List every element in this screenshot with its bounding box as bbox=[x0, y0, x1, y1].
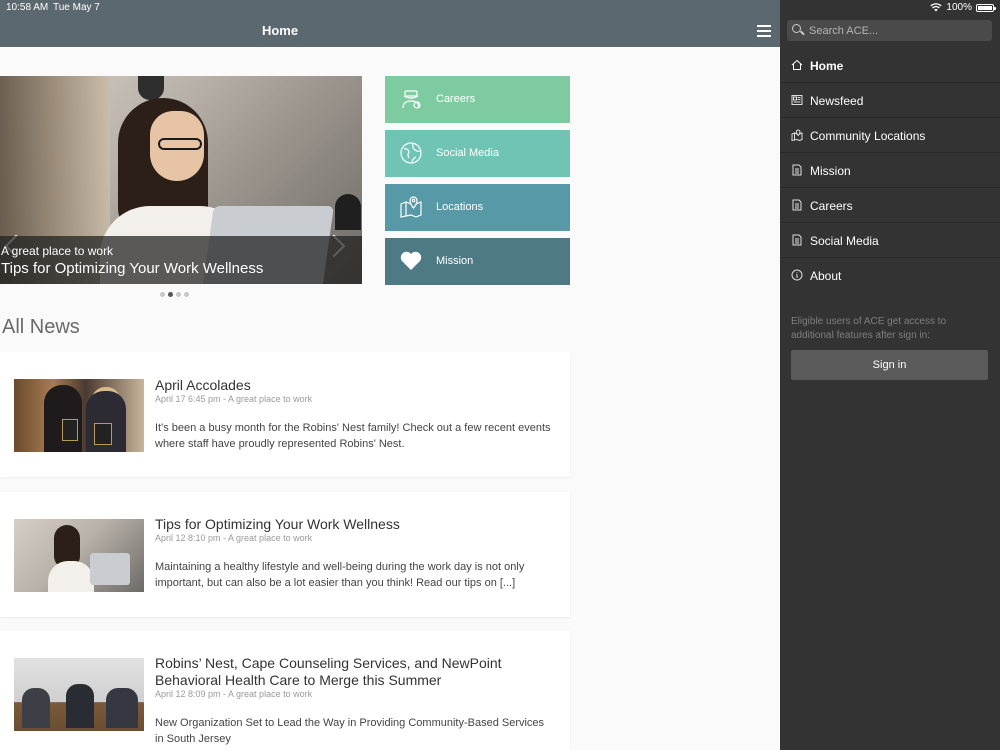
carousel-dot[interactable] bbox=[160, 292, 165, 297]
info-icon bbox=[791, 269, 803, 281]
carousel-image-lamp-2 bbox=[335, 194, 361, 230]
news-title: April Accolades bbox=[155, 377, 251, 393]
tile-social-media-label: Social Media bbox=[436, 147, 499, 159]
tile-careers-label: Careers bbox=[436, 93, 476, 105]
status-bar: 10:58 AM Tue May 7 100% bbox=[0, 0, 1000, 15]
tile-locations-label: Locations bbox=[436, 201, 484, 213]
news-card[interactable]: Tips for Optimizing Your Work Wellness A… bbox=[0, 492, 570, 617]
carousel-dot[interactable] bbox=[176, 292, 181, 297]
status-date: Tue May 7 bbox=[53, 2, 100, 13]
news-meta: April 12 8:09 pm - A great place to work bbox=[155, 689, 313, 699]
document-icon bbox=[792, 199, 802, 211]
carousel-caption: A great place to work Tips for Optimizin… bbox=[0, 236, 362, 284]
sign-in-note: Eligible users of ACE get access to addi… bbox=[791, 316, 947, 341]
menu-item-mission[interactable]: Mission bbox=[780, 153, 1000, 188]
status-right: 100% bbox=[930, 2, 996, 13]
news-heading: All News bbox=[2, 316, 80, 338]
news-excerpt: Maintaining a healthy lifestyle and well… bbox=[155, 561, 525, 589]
menu-item-about[interactable]: About bbox=[780, 258, 1000, 293]
tile-social-media[interactable]: Social Media bbox=[385, 130, 570, 177]
wifi-icon bbox=[930, 3, 943, 12]
document-icon bbox=[792, 234, 802, 246]
menu-label: About bbox=[810, 269, 842, 283]
battery-percent: 100% bbox=[946, 2, 972, 13]
search-input[interactable] bbox=[809, 20, 984, 41]
menu-label: Mission bbox=[810, 164, 851, 178]
news-excerpt: It's been a busy month for the Robins' N… bbox=[155, 422, 551, 450]
status-time: 10:58 AM bbox=[6, 2, 49, 13]
battery-icon bbox=[976, 3, 996, 12]
carousel-dot-active[interactable] bbox=[168, 292, 173, 297]
tile-locations[interactable]: Locations bbox=[385, 184, 570, 231]
globe-icon bbox=[400, 142, 422, 164]
menu-item-community-locations[interactable]: Community Locations bbox=[780, 118, 1000, 153]
news-meta: April 17 6:45 pm - A great place to work bbox=[155, 394, 313, 404]
menu-label: Newsfeed bbox=[810, 94, 864, 108]
sign-in-button[interactable]: Sign in bbox=[791, 350, 988, 380]
carousel-category: A great place to work bbox=[1, 244, 114, 258]
newsfeed-icon bbox=[791, 95, 803, 105]
search-box[interactable] bbox=[787, 20, 992, 41]
carousel-image-lamp bbox=[138, 76, 164, 100]
menu-item-newsfeed[interactable]: Newsfeed bbox=[780, 83, 1000, 118]
featured-carousel[interactable]: A great place to work Tips for Optimizin… bbox=[0, 76, 362, 284]
news-thumbnail bbox=[14, 379, 144, 452]
menu-label: Social Media bbox=[810, 234, 879, 248]
carousel-image-glasses bbox=[158, 138, 202, 150]
carousel-dots bbox=[160, 292, 189, 297]
menu-item-home[interactable]: Home bbox=[780, 48, 1000, 83]
news-meta: April 12 8:10 pm - A great place to work bbox=[155, 533, 313, 543]
news-excerpt: New Organization Set to Lead the Way in … bbox=[155, 717, 545, 745]
map-icon bbox=[791, 129, 803, 141]
tile-mission-label: Mission bbox=[436, 255, 474, 267]
side-drawer: Home Newsfeed Community Locations Missio… bbox=[780, 0, 1000, 750]
news-card[interactable]: Robins’ Nest, Cape Counseling Services, … bbox=[0, 631, 570, 750]
menu-label: Careers bbox=[810, 199, 853, 213]
carousel-headline: Tips for Optimizing Your Work Wellness bbox=[1, 260, 264, 277]
tile-mission[interactable]: Mission bbox=[385, 238, 570, 285]
news-thumbnail bbox=[14, 519, 144, 592]
menu-item-social-media[interactable]: Social Media bbox=[780, 223, 1000, 258]
menu-icon[interactable] bbox=[757, 25, 771, 37]
news-thumbnail bbox=[14, 658, 144, 731]
heart-icon bbox=[400, 251, 422, 270]
menu-label: Community Locations bbox=[810, 129, 926, 143]
map-pin-icon bbox=[400, 196, 422, 218]
news-title: Tips for Optimizing Your Work Wellness bbox=[155, 516, 400, 532]
careers-icon bbox=[402, 90, 421, 109]
news-card[interactable]: April Accolades April 17 6:45 pm - A gre… bbox=[0, 352, 570, 477]
carousel-dot[interactable] bbox=[184, 292, 189, 297]
news-title: Robins’ Nest, Cape Counseling Services, … bbox=[155, 655, 502, 688]
page-title: Home bbox=[261, 23, 299, 38]
home-icon bbox=[791, 59, 803, 70]
menu-label: Home bbox=[810, 59, 844, 73]
tile-careers[interactable]: Careers bbox=[385, 76, 570, 123]
menu-item-careers[interactable]: Careers bbox=[780, 188, 1000, 223]
document-icon bbox=[792, 164, 802, 176]
search-icon bbox=[792, 24, 801, 33]
